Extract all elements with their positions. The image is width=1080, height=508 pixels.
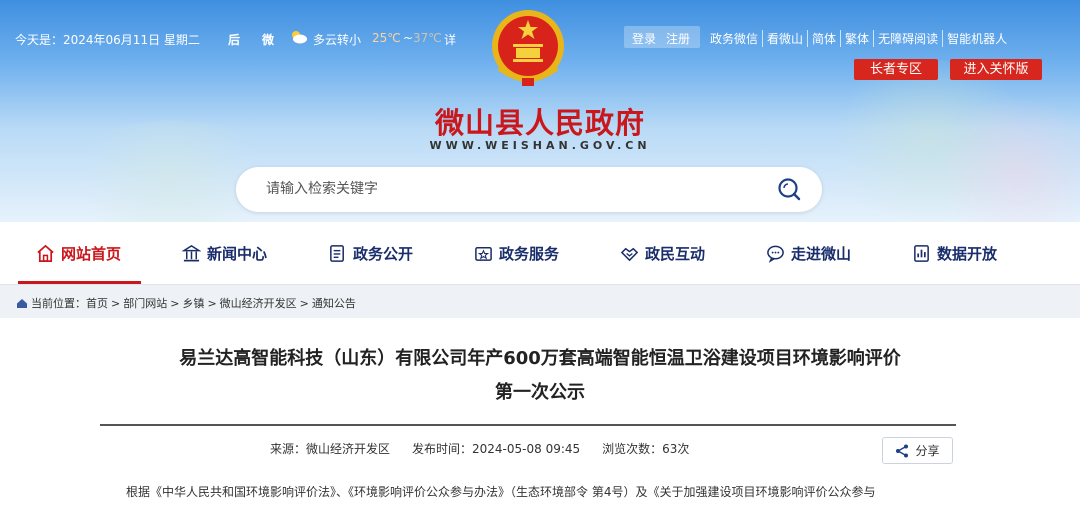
link-simplified[interactable]: 简体 xyxy=(807,30,840,47)
nav-label: 走进微山 xyxy=(791,244,852,263)
home-icon xyxy=(37,244,54,262)
nav-news[interactable]: 新闻中心 xyxy=(182,222,267,284)
temp-high: 25℃ xyxy=(372,31,401,45)
date-text: 今天是：2024年06月11日 星期二 xyxy=(15,33,200,47)
breadcrumb-separator: > xyxy=(207,296,217,310)
nav-label: 政务公开 xyxy=(353,244,414,263)
article-title-line: 易兰达高智能科技（山东）有限公司年产600万套高端智能恒温卫浴建设项目环境影响评… xyxy=(179,348,901,369)
search-input[interactable] xyxy=(266,179,746,199)
nav-label: 政民互动 xyxy=(645,244,706,263)
breadcrumb-item[interactable]: 微山经济开发区 xyxy=(220,295,297,311)
cloud-icon xyxy=(290,29,308,48)
nav-about-weishan[interactable]: 走进微山 xyxy=(766,222,851,284)
nav-open-data[interactable]: 数据开放 xyxy=(912,222,997,284)
breadcrumb-item[interactable]: 通知公告 xyxy=(312,295,356,311)
share-label: 分享 xyxy=(915,444,940,458)
main-nav: 网站首页 新闻中心 政务公开 政务服务 政民互动 走进微山 数据开放 xyxy=(0,222,1080,284)
share-icon xyxy=(896,444,909,457)
nav-label: 新闻中心 xyxy=(207,244,268,263)
nav-interaction[interactable]: 政民互动 xyxy=(620,222,705,284)
chat-icon xyxy=(767,245,784,263)
breadcrumb-separator: > xyxy=(299,296,309,310)
site-url: WWW.WEISHAN.GOV.CN xyxy=(429,139,651,152)
weather-text: 多云转小 xyxy=(313,33,362,47)
breadcrumb-item[interactable]: 乡镇 xyxy=(182,295,204,311)
nav-label: 数据开放 xyxy=(937,244,998,263)
search-box xyxy=(236,167,822,212)
breadcrumb-separator: > xyxy=(111,296,121,310)
handshake-icon xyxy=(620,247,639,261)
breadcrumb-prefix: 当前位置： xyxy=(31,297,86,310)
site-title: 微山县人民政府 xyxy=(434,106,645,140)
register-link[interactable]: 注册 xyxy=(666,30,690,47)
article-title: 易兰达高智能科技（山东）有限公司年产600万套高端智能恒温卫浴建设项目环境影响评… xyxy=(60,342,1020,410)
care-version-button[interactable]: 进入关怀版 xyxy=(950,59,1042,80)
article-meta: 来源：微山经济开发区 发布时间：2024-05-08 09:45 浏览次数：63… xyxy=(270,440,689,457)
national-emblem-icon xyxy=(487,6,569,90)
breadcrumb-item[interactable]: 首页 xyxy=(86,295,108,311)
link-accessibility[interactable]: 无障碍阅读 xyxy=(873,30,942,47)
title-divider xyxy=(100,424,956,426)
weather-detail-link[interactable]: 详 xyxy=(444,31,456,48)
breadcrumb-bar: 当前位置： 首页 > 部门网站 > 乡镇 > 微山经济开发区 > 通知公告 xyxy=(0,284,1080,318)
login-link[interactable]: 登录 xyxy=(632,30,656,47)
article-body: 根据《中华人民共和国环境影响评价法》、《环境影响评价公众参与办法》（生态环境部令… xyxy=(126,485,876,499)
article-title-line: 第一次公示 xyxy=(495,382,585,403)
data-icon xyxy=(914,244,929,262)
article-date: 发布时间：2024-05-08 09:45 xyxy=(412,442,581,456)
share-button[interactable]: 分享 xyxy=(882,437,953,464)
nav-government-affairs[interactable]: 政务公开 xyxy=(328,222,413,284)
temp-separator: ~ xyxy=(403,31,414,45)
temp-low: 37℃ xyxy=(413,31,442,45)
building-icon xyxy=(182,244,201,261)
breadcrumb-separator: > xyxy=(170,296,180,310)
nav-label: 网站首页 xyxy=(61,244,122,263)
search-icon[interactable] xyxy=(776,176,802,202)
breadcrumb: 当前位置： 首页 > 部门网站 > 乡镇 > 微山经济开发区 > 通知公告 xyxy=(16,295,356,311)
elder-zone-button[interactable]: 长者专区 xyxy=(854,59,938,80)
document-icon xyxy=(330,244,344,262)
nav-label: 政务服务 xyxy=(499,244,560,263)
location-text: 微 xyxy=(262,33,275,47)
link-robot[interactable]: 智能机器人 xyxy=(942,30,1011,47)
link-traditional[interactable]: 繁体 xyxy=(840,30,873,47)
top-links: 政务微信 看微山 简体 繁体 无障碍阅读 智能机器人 xyxy=(710,30,1011,47)
home-icon xyxy=(17,298,27,308)
article-source: 来源：微山经济开发区 xyxy=(270,442,391,456)
article-views: 浏览次数：63次 xyxy=(602,442,690,456)
header-banner: 今天是：2024年06月11日 星期二 后 微 多云转小 25℃ ~ 37℃ 详… xyxy=(0,0,1080,222)
location-text: 后 xyxy=(228,33,241,47)
nav-services[interactable]: 政务服务 xyxy=(474,222,559,284)
link-wechat[interactable]: 政务微信 xyxy=(710,30,762,47)
nav-home[interactable]: 网站首页 xyxy=(17,222,142,284)
service-icon xyxy=(475,246,492,261)
link-kan-weishan[interactable]: 看微山 xyxy=(762,30,807,47)
breadcrumb-item[interactable]: 部门网站 xyxy=(123,295,167,311)
